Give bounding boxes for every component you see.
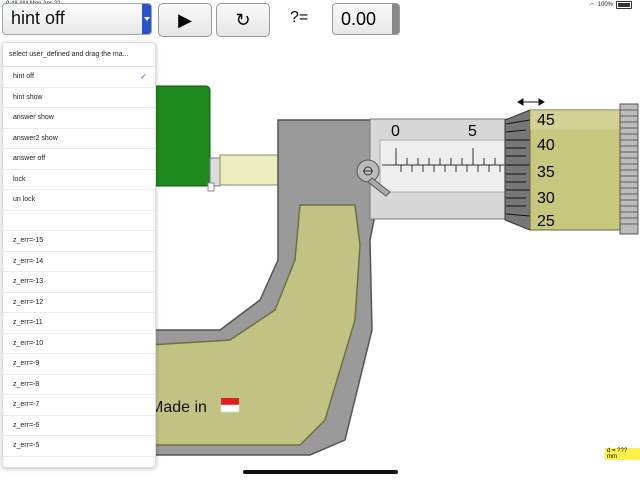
chevron-down-icon[interactable] <box>142 4 151 34</box>
mode-select-value: hint off <box>11 8 65 28</box>
chevron-down-icon[interactable] <box>392 4 399 34</box>
reload-icon: ↻ <box>235 9 251 30</box>
menu-item-answer-off[interactable]: answer off <box>3 149 155 170</box>
menu-item-unlock[interactable]: un lock <box>3 190 155 211</box>
sleeve-label-0: 0 <box>391 123 400 140</box>
menu-item-zerr-11[interactable]: z_err=-11 <box>3 313 155 334</box>
reload-button[interactable]: ↻ <box>216 3 270 37</box>
drag-arrow-icon <box>517 98 545 106</box>
menu-item-zerr-15[interactable]: z_err=-15 <box>3 231 155 252</box>
reading-label: d = ??? mm <box>605 448 640 460</box>
mode-dropdown-menu: select user_defined and drag the ma... h… <box>2 42 156 468</box>
mode-select[interactable]: hint off <box>2 3 152 35</box>
play-button[interactable]: ▶ <box>158 3 212 37</box>
menu-item-zerr-7[interactable]: z_err=-7 <box>3 395 155 416</box>
sleeve-label-5: 5 <box>468 123 477 140</box>
menu-item-lock[interactable]: lock <box>3 170 155 190</box>
thimble-label-40: 40 <box>537 137 555 154</box>
menu-item-hint-off[interactable]: hint off ✓ <box>3 67 155 88</box>
answer-select-value: 0.00 <box>341 9 377 29</box>
toolbar: hint off ▶ ↻ ?= 0.00 <box>0 0 640 40</box>
menu-item-zerr-5[interactable]: z_err=-5 <box>3 436 155 457</box>
menu-item-zerr-9[interactable]: z_err=-9 <box>3 354 155 375</box>
menu-item-answer2-show[interactable]: answer2 show <box>3 129 155 149</box>
menu-item-zerr-13[interactable]: z_err=-13 <box>3 272 155 293</box>
anvil-tip <box>209 157 221 187</box>
menu-item-zerr-12[interactable]: z_err=-12 <box>3 293 155 313</box>
question-label: ?= <box>290 9 309 26</box>
menu-header: select user_defined and drag the ma... <box>3 43 155 67</box>
spindle <box>219 154 279 186</box>
thimble-label-35: 35 <box>537 164 555 181</box>
ratchet-knob[interactable] <box>619 103 639 235</box>
menu-item-hint-show[interactable]: hint show <box>3 88 155 108</box>
menu-item-zerr-8[interactable]: z_err=-8 <box>3 375 155 395</box>
menu-item-blank[interactable] <box>3 211 155 231</box>
answer-select[interactable]: 0.00 <box>332 3 400 35</box>
menu-item-zerr-14[interactable]: z_err=-14 <box>3 252 155 272</box>
play-icon: ▶ <box>178 9 192 30</box>
thimble-label-25: 25 <box>537 213 555 230</box>
menu-item-zerr-10[interactable]: z_err=-10 <box>3 334 155 354</box>
anvil-cap <box>207 182 215 192</box>
menu-item-answer-show[interactable]: answer show <box>3 108 155 129</box>
thimble-label-45: 45 <box>537 112 555 129</box>
checkmark-icon: ✓ <box>140 72 147 81</box>
thimble-bevel <box>504 109 531 231</box>
thimble-label-30: 30 <box>537 190 555 207</box>
singapore-flag-icon <box>220 398 240 413</box>
made-in-text: Made in <box>150 399 207 416</box>
menu-item-zerr-6[interactable]: z_err=-6 <box>3 416 155 436</box>
home-indicator[interactable] <box>243 470 398 474</box>
